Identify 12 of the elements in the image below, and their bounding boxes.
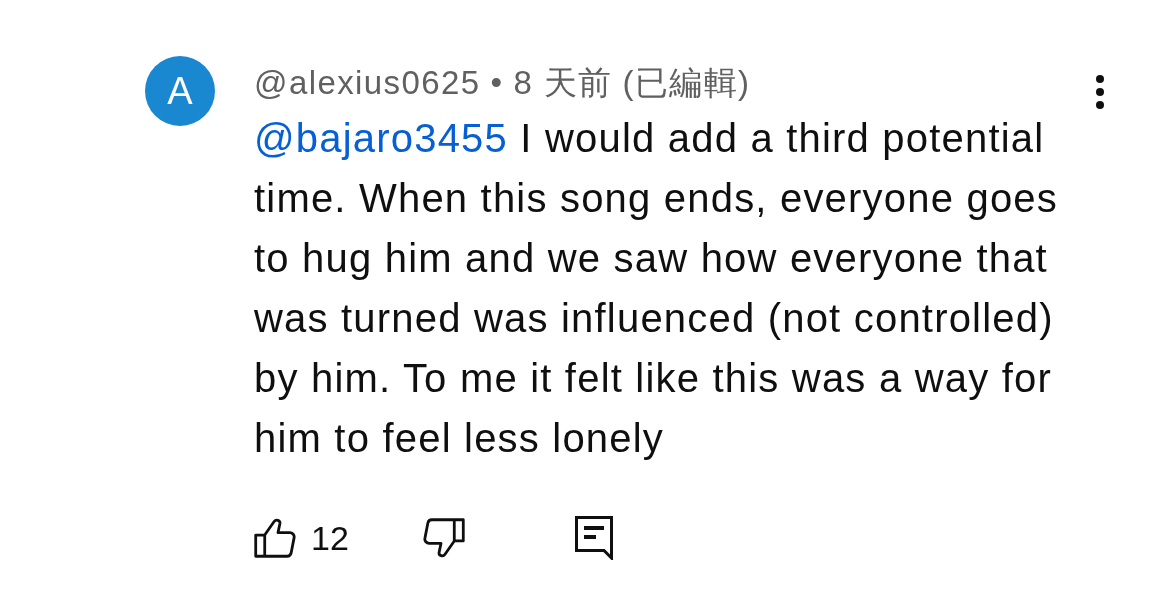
thumbs-down-icon[interactable]	[422, 518, 465, 558]
author-name[interactable]: @alexius0625	[254, 65, 481, 99]
avatar-letter: A	[167, 72, 193, 110]
avatar[interactable]: A	[145, 56, 215, 126]
separator-dot: •	[490, 65, 504, 99]
like-button[interactable]: 12	[254, 518, 349, 558]
menu-icon[interactable]	[1095, 74, 1105, 110]
timestamp[interactable]: 8 天前	[513, 65, 613, 99]
comment-text: @bajaro3455 I would add a third potential time. When this song ends, everyone goes to hug him and we saw how everyone that was turned was influenced (not controlled) by him. To me it felt like this was a way for him to feel less lonely	[254, 115, 1059, 462]
reply-icon[interactable]	[574, 516, 613, 560]
mention-link[interactable]: @bajaro3455	[254, 116, 508, 160]
edited-label: (已編輯)	[622, 65, 751, 99]
